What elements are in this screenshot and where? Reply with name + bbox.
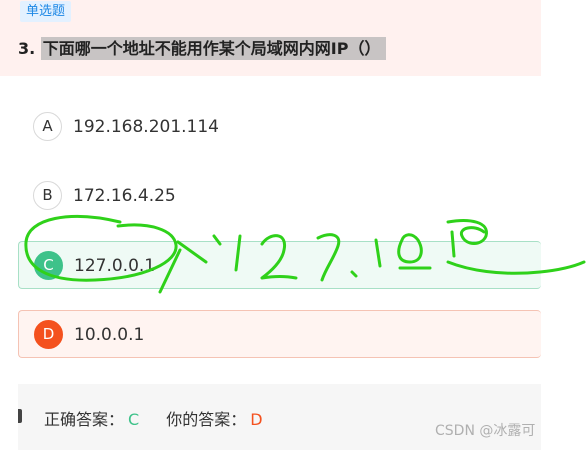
option-a[interactable]: A 192.168.201.114	[18, 103, 541, 151]
question-title: 3. 下面哪一个地址不能用作某个局域网内网IP（）	[18, 36, 387, 62]
correct-answer-value: C	[128, 410, 140, 429]
question-text: 下面哪一个地址不能用作某个局域网内网IP（）	[40, 37, 387, 60]
answer-marker	[18, 409, 22, 423]
option-b[interactable]: B 172.16.4.25	[18, 172, 541, 220]
option-d-wrong[interactable]: D 10.0.0.1	[18, 310, 541, 358]
option-text: 172.16.4.25	[73, 186, 176, 206]
correct-answer-label: 正确答案：	[44, 410, 125, 429]
option-letter-badge: D	[34, 320, 63, 349]
answer-panel: 正确答案： C 你的答案： D	[18, 384, 541, 450]
question-number: 3.	[18, 39, 36, 58]
question-type-badge: 单选题	[20, 1, 72, 22]
watermark: CSDN @冰露可	[435, 423, 536, 439]
option-text: 10.0.0.1	[74, 325, 145, 345]
option-letter-badge: C	[34, 251, 63, 280]
option-letter-badge: B	[33, 181, 62, 210]
quiz-page: 单选题 3. 下面哪一个地址不能用作某个局域网内网IP（） A 192.168.…	[0, 0, 587, 450]
option-text: 192.168.201.114	[73, 117, 220, 137]
question-header: 单选题 3. 下面哪一个地址不能用作某个局域网内网IP（）	[0, 0, 541, 76]
answer-row: 正确答案： C 你的答案： D	[44, 406, 263, 430]
your-answer-label: 你的答案：	[166, 410, 247, 429]
your-answer-value: D	[250, 410, 263, 429]
option-letter-badge: A	[33, 112, 62, 141]
option-text: 127.0.0.1	[74, 256, 156, 276]
option-c-correct[interactable]: C 127.0.0.1	[18, 241, 541, 289]
